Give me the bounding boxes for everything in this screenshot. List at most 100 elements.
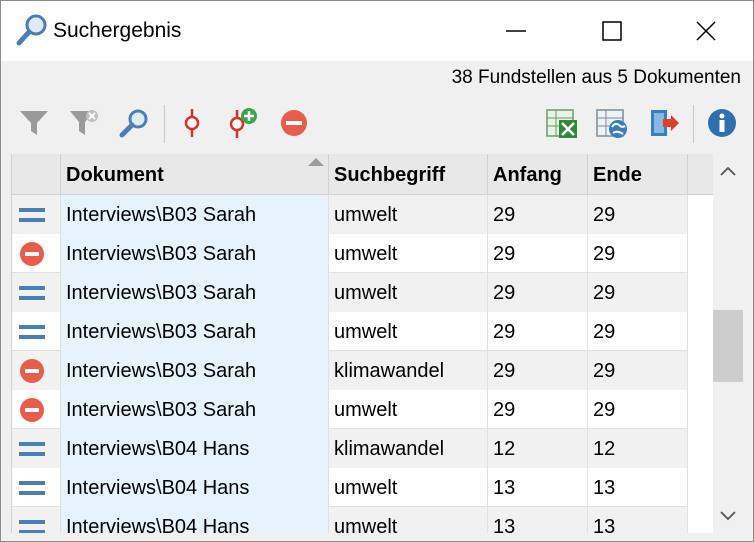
- start-cell[interactable]: 29: [488, 195, 588, 234]
- search-term-cell[interactable]: umwelt: [329, 273, 488, 312]
- vertical-scrollbar[interactable]: [713, 154, 743, 533]
- info-button[interactable]: [705, 105, 739, 141]
- results-table: Dokument Suchbegriff Anfang Ende Intervi…: [11, 154, 713, 533]
- search-term-cell[interactable]: umwelt: [329, 507, 488, 533]
- export-icon: [651, 110, 679, 136]
- end-cell[interactable]: 12: [588, 429, 688, 468]
- window-title: Suchergebnis: [53, 19, 182, 42]
- search-term-cell[interactable]: umwelt: [329, 468, 488, 507]
- delete-button[interactable]: [277, 105, 311, 141]
- scrollbar-thumb[interactable]: [713, 310, 743, 382]
- toolbar-separator: [693, 105, 694, 143]
- document-cell[interactable]: Interviews\B04 Hans: [61, 429, 329, 468]
- row-status-cell[interactable]: [12, 312, 61, 351]
- search-button[interactable]: [117, 105, 151, 141]
- row-status-cell[interactable]: [12, 195, 61, 234]
- document-cell[interactable]: Interviews\B03 Sarah: [61, 195, 329, 234]
- info-icon: [708, 109, 736, 137]
- end-cell[interactable]: 29: [588, 195, 688, 234]
- document-cell[interactable]: Interviews\B03 Sarah: [61, 273, 329, 312]
- search-term-cell[interactable]: klimawandel: [329, 429, 488, 468]
- delete-icon: [20, 242, 44, 266]
- minimize-icon: [506, 30, 526, 32]
- filter-button[interactable]: [17, 105, 51, 141]
- excel-export-button[interactable]: [545, 105, 579, 141]
- start-cell[interactable]: 29: [488, 273, 588, 312]
- excel-export-icon: [546, 109, 577, 138]
- code-button[interactable]: [175, 105, 209, 141]
- search-term-cell[interactable]: umwelt: [329, 195, 488, 234]
- start-cell[interactable]: 12: [488, 429, 588, 468]
- delete-icon: [281, 110, 307, 136]
- close-icon: [696, 21, 716, 41]
- document-cell[interactable]: Interviews\B03 Sarah: [61, 351, 329, 390]
- end-cell[interactable]: 13: [588, 507, 688, 533]
- delete-icon: [20, 359, 44, 383]
- add-code-button[interactable]: [225, 105, 259, 141]
- maximize-button[interactable]: [589, 1, 635, 61]
- equals-icon: [19, 325, 45, 339]
- export-button[interactable]: [647, 105, 681, 141]
- search-term-cell[interactable]: umwelt: [329, 234, 488, 273]
- maximize-icon: [602, 21, 622, 41]
- row-status-cell[interactable]: [12, 507, 61, 533]
- row-status-cell[interactable]: [12, 234, 61, 273]
- table-row[interactable]: Interviews\B03 Sarah klimawandel 29 29: [12, 351, 688, 390]
- remove-filter-button[interactable]: [67, 105, 101, 141]
- magnifier-icon: [16, 14, 47, 46]
- row-status-cell[interactable]: [12, 390, 61, 429]
- search-term-cell[interactable]: klimawandel: [329, 351, 488, 390]
- document-cell[interactable]: Interviews\B03 Sarah: [61, 312, 329, 351]
- column-header-search-term[interactable]: Suchbegriff: [329, 154, 488, 195]
- table-row[interactable]: Interviews\B03 Sarah umwelt 29 29: [12, 234, 688, 273]
- start-cell[interactable]: 29: [488, 234, 588, 273]
- document-cell[interactable]: Interviews\B04 Hans: [61, 507, 329, 533]
- search-term-cell[interactable]: umwelt: [329, 390, 488, 429]
- end-cell[interactable]: 29: [588, 351, 688, 390]
- start-cell[interactable]: 13: [488, 468, 588, 507]
- search-results-window: Suchergebnis 38 Fundstellen aus 5 Dokume…: [0, 0, 754, 542]
- title-bar: Suchergebnis: [1, 1, 753, 61]
- end-cell[interactable]: 29: [588, 234, 688, 273]
- equals-icon: [19, 481, 45, 495]
- sort-ascending-icon: [308, 158, 324, 166]
- document-cell[interactable]: Interviews\B04 Hans: [61, 468, 329, 507]
- start-cell[interactable]: 29: [488, 351, 588, 390]
- equals-icon: [19, 208, 45, 222]
- row-status-cell[interactable]: [12, 429, 61, 468]
- code-icon: [184, 109, 200, 137]
- table-row[interactable]: Interviews\B03 Sarah umwelt 29 29: [12, 312, 688, 351]
- close-button[interactable]: [683, 1, 729, 61]
- search-term-cell[interactable]: umwelt: [329, 312, 488, 351]
- start-cell[interactable]: 13: [488, 507, 588, 533]
- column-header-start[interactable]: Anfang: [488, 154, 588, 195]
- minimize-button[interactable]: [493, 1, 539, 61]
- end-cell[interactable]: 29: [588, 273, 688, 312]
- start-cell[interactable]: 29: [488, 390, 588, 429]
- results-summary: 38 Fundstellen aus 5 Dokumenten: [451, 67, 741, 88]
- column-header-end[interactable]: Ende: [588, 154, 688, 195]
- table-row[interactable]: Interviews\B03 Sarah umwelt 29 29: [12, 195, 688, 234]
- row-status-cell[interactable]: [12, 468, 61, 507]
- web-export-button[interactable]: [595, 105, 629, 141]
- row-status-cell[interactable]: [12, 351, 61, 390]
- end-cell[interactable]: 29: [588, 390, 688, 429]
- document-cell[interactable]: Interviews\B03 Sarah: [61, 390, 329, 429]
- scroll-down-button[interactable]: [713, 499, 743, 533]
- search-icon: [119, 109, 148, 138]
- column-header-status[interactable]: [12, 154, 61, 195]
- end-cell[interactable]: 29: [588, 312, 688, 351]
- row-status-cell[interactable]: [12, 273, 61, 312]
- table-row[interactable]: Interviews\B03 Sarah umwelt 29 29: [12, 390, 688, 429]
- table-row[interactable]: Interviews\B04 Hans klimawandel 12 12: [12, 429, 688, 468]
- end-cell[interactable]: 13: [588, 468, 688, 507]
- table-header: Dokument Suchbegriff Anfang Ende: [12, 154, 713, 195]
- start-cell[interactable]: 29: [488, 312, 588, 351]
- table-row[interactable]: Interviews\B03 Sarah umwelt 29 29: [12, 273, 688, 312]
- column-header-document[interactable]: Dokument: [61, 154, 329, 195]
- scroll-up-button[interactable]: [713, 154, 743, 188]
- toolbar-separator: [164, 105, 165, 143]
- document-cell[interactable]: Interviews\B03 Sarah: [61, 234, 329, 273]
- table-row[interactable]: Interviews\B04 Hans umwelt 13 13: [12, 468, 688, 507]
- table-row[interactable]: Interviews\B04 Hans umwelt 13 13: [12, 507, 688, 533]
